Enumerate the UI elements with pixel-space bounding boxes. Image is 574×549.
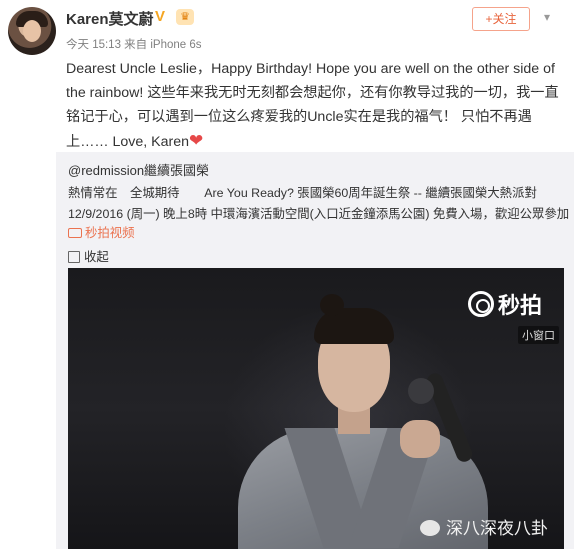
username[interactable]: Karen莫文蔚 xyxy=(66,8,154,29)
mini-window-button[interactable]: 小窗口 xyxy=(518,326,559,344)
avatar[interactable] xyxy=(8,7,56,55)
miaopai-watermark: 秒拍 xyxy=(468,288,542,320)
repost-card: @redmission繼續張國榮 熱情常在 全城期待 Are You Ready… xyxy=(56,152,574,549)
wechat-watermark: 深八深夜八卦 xyxy=(420,514,548,539)
miaopai-logo-icon xyxy=(468,291,494,317)
wechat-watermark-text: 深八深夜八卦 xyxy=(446,519,548,538)
video-player[interactable]: 秒拍 小窗口 深八深夜八卦 xyxy=(68,268,564,549)
avatar-face xyxy=(23,20,41,42)
repost-text-line: 熱情常在 全城期待 Are You Ready? 張國榮60周年誕生祭 -- 繼… xyxy=(68,186,537,200)
video-link-label: 秒拍视频 xyxy=(85,226,135,240)
collapse-button[interactable]: 收起 xyxy=(68,247,109,265)
post-text-line: 上…… Love, Karen xyxy=(66,134,190,150)
post-text: Dearest Uncle Leslie，Happy Birthday! Hop… xyxy=(66,57,562,154)
verified-v-icon: V xyxy=(155,8,166,25)
collapse-label: 收起 xyxy=(84,250,109,264)
heart-emoji-icon: ❤ xyxy=(189,131,204,150)
performer-hand xyxy=(400,420,440,458)
repost-author[interactable]: @redmission繼續張國榮 xyxy=(68,160,209,179)
post-text-line: 铭记于心，可以遇到一位这么疼爱我的Uncle实在是我的福气！ 只怕不再遇 xyxy=(66,109,532,125)
microphone-head xyxy=(408,378,434,404)
video-link[interactable]: 秒拍视频 xyxy=(68,223,135,241)
post-meta: 今天 15:13 来自 iPhone 6s xyxy=(66,39,202,51)
post-text-line-last: 上…… Love, Karen❤ xyxy=(66,129,562,154)
collapse-icon xyxy=(68,251,80,263)
post-text-line: Dearest Uncle Leslie，Happy Birthday! Hop… xyxy=(66,61,555,77)
wechat-icon xyxy=(420,520,440,536)
repost-text-line: 12/9/2016 (周一) 晚上8時 中環海濱活動空間(入口近金鐘添馬公園) … xyxy=(68,207,570,221)
follow-button[interactable]: +关注 xyxy=(472,7,530,31)
post-text-line: the rainbow! 这些年来我无时无刻都会想起你，还有你教导过我的一切，我… xyxy=(66,85,559,101)
chevron-down-icon[interactable]: ▾ xyxy=(544,10,550,24)
miaopai-brand: 秒拍 xyxy=(498,293,543,318)
video-icon xyxy=(68,228,82,238)
post-header: Karen莫文蔚 V ♛ 今天 15:13 来自 iPhone 6s +关注 ▾ xyxy=(0,0,574,58)
vip-crown-icon[interactable]: ♛ xyxy=(176,9,194,25)
performer-hair-bun xyxy=(320,294,344,316)
